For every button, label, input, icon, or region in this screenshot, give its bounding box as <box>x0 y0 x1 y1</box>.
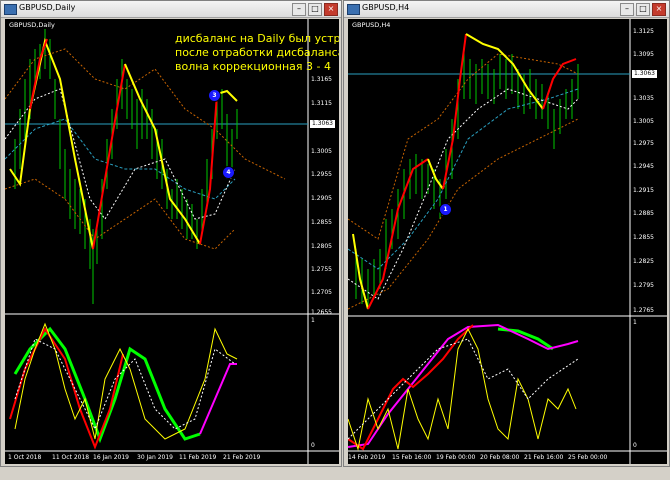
left-price-tick: 1.2755 <box>311 266 332 273</box>
left-current-price: 1.3063 <box>310 120 335 128</box>
right-current-price: 1.3063 <box>632 70 657 78</box>
left-price-tick: 1.3165 <box>311 76 332 83</box>
maximize-button[interactable]: □ <box>636 3 650 16</box>
right-chart-window[interactable]: GBPUSD,H4 – □ × GBPUSD,H4 1 1.3125 1.309… <box>343 0 670 467</box>
right-price-tick: 1.2915 <box>633 187 654 194</box>
right-price-tick: 1.2885 <box>633 210 654 217</box>
left-time-tick: 21 Feb 2019 <box>223 454 261 461</box>
left-symbol-label: GBPUSD,Daily <box>9 21 55 29</box>
right-price-tick: 1.2975 <box>633 140 654 147</box>
minimize-button[interactable]: – <box>292 3 306 16</box>
right-time-tick: 19 Feb 00:00 <box>436 454 476 461</box>
right-price-tick: 1.2765 <box>633 307 654 314</box>
left-price-tick: 1.3115 <box>311 100 332 107</box>
annotation-line-2: после отработки дисбаланса на H4, <box>175 46 339 59</box>
left-time-tick: 30 Jan 2019 <box>137 454 173 461</box>
left-window-title: GBPUSD,Daily <box>19 3 76 12</box>
chart-app-icon <box>4 4 17 15</box>
chart-app-icon <box>347 4 360 15</box>
left-price-chart[interactable]: GBPUSD,Daily дисбаланс на Daily был устр… <box>5 19 339 464</box>
analysis-annotation: дисбаланс на Daily был устранен только п… <box>175 32 339 74</box>
right-price-tick: 1.2945 <box>633 163 654 170</box>
left-price-tick: 1.2905 <box>311 195 332 202</box>
right-osc-bottom: 0 <box>633 442 637 449</box>
right-price-tick: 1.2855 <box>633 234 654 241</box>
right-price-tick: 1.3125 <box>633 28 654 35</box>
left-osc-top: 1 <box>311 317 315 324</box>
wave-marker-1: 1 <box>439 203 452 216</box>
left-time-tick: 11 Oct 2018 <box>52 454 90 461</box>
close-button[interactable]: × <box>324 3 338 16</box>
left-time-tick: 1 Oct 2018 <box>8 454 42 461</box>
left-chart-window[interactable]: GBPUSD,Daily – □ × GBPUSD,Daily дисбалан… <box>0 0 342 467</box>
left-time-tick: 11 Feb 2019 <box>179 454 217 461</box>
right-price-tick: 1.3095 <box>633 51 654 58</box>
wave-marker-3: 3 <box>208 89 221 102</box>
maximize-button[interactable]: □ <box>308 3 322 16</box>
right-price-chart[interactable]: GBPUSD,H4 1 1.3125 1.3095 1.3063 1.3035 … <box>348 19 667 464</box>
wave-marker-4: 4 <box>222 166 235 179</box>
left-price-tick: 1.2955 <box>311 171 332 178</box>
right-window-title: GBPUSD,H4 <box>362 3 410 12</box>
right-time-tick: 21 Feb 16:00 <box>524 454 564 461</box>
left-window-titlebar[interactable]: GBPUSD,Daily – □ × <box>1 1 341 18</box>
right-time-tick: 20 Feb 08:00 <box>480 454 520 461</box>
minimize-button[interactable]: – <box>620 3 634 16</box>
annotation-line-3: волна коррекционная 3 - 4 <box>175 60 331 73</box>
left-time-tick: 16 Jan 2019 <box>93 454 129 461</box>
right-symbol-label: GBPUSD,H4 <box>352 21 391 29</box>
right-chart-drawing <box>348 19 667 464</box>
right-price-tick: 1.2825 <box>633 258 654 265</box>
right-time-tick: 25 Feb 00:00 <box>568 454 608 461</box>
right-price-tick: 1.3035 <box>633 95 654 102</box>
right-time-tick: 14 Feb 2019 <box>348 454 386 461</box>
left-chart-drawing <box>5 19 339 464</box>
close-button[interactable]: × <box>652 3 666 16</box>
left-price-tick: 1.3005 <box>311 148 332 155</box>
left-price-tick: 1.2705 <box>311 289 332 296</box>
right-osc-top: 1 <box>633 319 637 326</box>
right-price-tick: 1.3005 <box>633 118 654 125</box>
left-price-tick: 1.2655 <box>311 309 332 316</box>
right-price-tick: 1.2795 <box>633 282 654 289</box>
annotation-line-1: дисбаланс на Daily был устранен только <box>175 32 339 45</box>
right-time-tick: 15 Feb 16:00 <box>392 454 432 461</box>
left-price-tick: 1.2805 <box>311 243 332 250</box>
left-osc-bottom: 0 <box>311 442 315 449</box>
right-window-titlebar[interactable]: GBPUSD,H4 – □ × <box>344 1 669 18</box>
left-price-tick: 1.2855 <box>311 219 332 226</box>
